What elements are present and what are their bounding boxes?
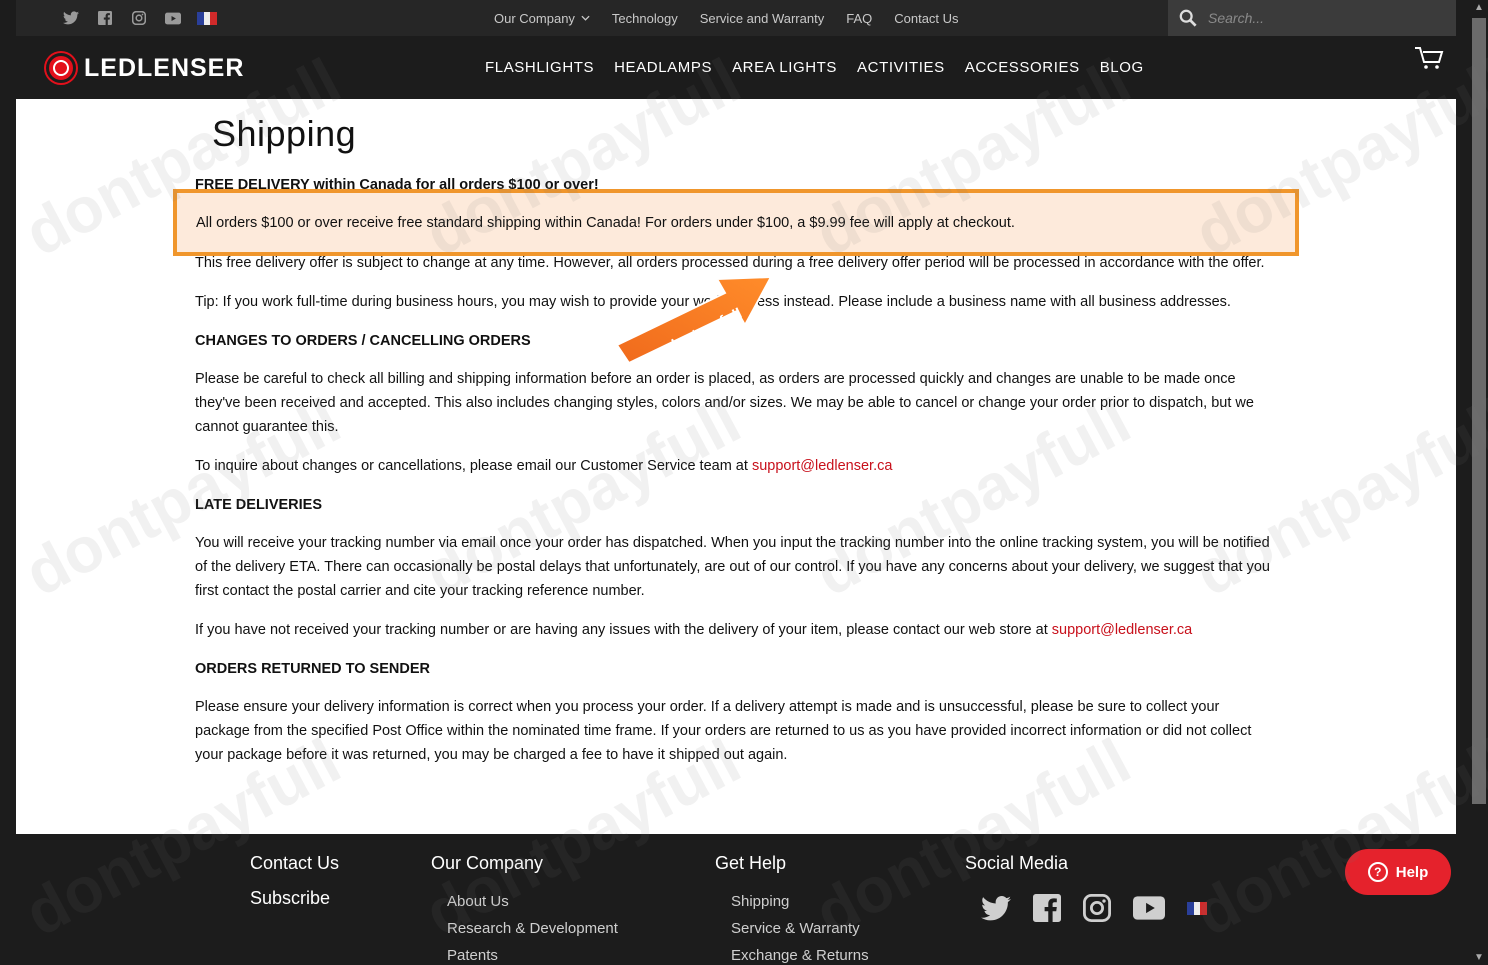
footer: Contact Us Subscribe Our Company About U… [16, 834, 1456, 965]
brand-logo[interactable]: LEDLENSER [46, 53, 244, 83]
inquire-text: To inquire about changes or cancellation… [195, 458, 752, 474]
scrollbar-thumb[interactable] [1472, 18, 1486, 804]
logo-mark [46, 53, 76, 83]
inquire-paragraph: To inquire about changes or cancellation… [195, 454, 1270, 478]
main-navigation: FLASHLIGHTS HEADLAMPS AREA LIGHTS ACTIVI… [485, 36, 1144, 99]
top-social-links [61, 9, 218, 27]
footer-link-exchange-returns[interactable]: Exchange & Returns [731, 942, 869, 965]
brand-name: LEDLENSER [84, 53, 245, 82]
support-email-link[interactable]: support@ledlenser.ca [1052, 622, 1192, 638]
cart-icon[interactable] [1414, 46, 1444, 70]
footer-contact-column: Contact Us Subscribe [250, 853, 339, 909]
scrollbar[interactable]: ▲ ▼ [1470, 0, 1488, 965]
top-utility-bar: Our Company Technology Service and Warra… [16, 0, 1456, 36]
french-flag-icon[interactable] [1187, 901, 1208, 915]
topnav-label: Our Company [494, 10, 575, 26]
footer-link-service-warranty[interactable]: Service & Warranty [731, 915, 869, 942]
chevron-down-icon [581, 15, 590, 21]
footer-help-column: Get Help Shipping Service & Warranty Exc… [715, 853, 869, 965]
nav-area-lights[interactable]: AREA LIGHTS [732, 59, 837, 76]
free-shipping-callout: All orders $100 or over receive free sta… [173, 189, 1299, 256]
topnav-service-warranty[interactable]: Service and Warranty [700, 11, 825, 26]
topnav-faq[interactable]: FAQ [846, 11, 872, 26]
facebook-icon[interactable] [95, 9, 115, 27]
main-header: LEDLENSER FLASHLIGHTS HEADLAMPS AREA LIG… [16, 36, 1456, 99]
top-navigation: Our Company Technology Service and Warra… [494, 0, 959, 36]
youtube-icon[interactable] [1133, 895, 1165, 921]
returned-text: Please ensure your delivery information … [195, 699, 1252, 763]
instagram-icon[interactable] [129, 9, 149, 27]
footer-link-patents[interactable]: Patents [447, 942, 618, 965]
footer-link-about-us[interactable]: About Us [447, 888, 618, 915]
help-button-label: Help [1395, 863, 1429, 881]
nav-activities[interactable]: ACTIVITIES [857, 59, 945, 76]
footer-contact-link[interactable]: Contact Us [250, 853, 339, 874]
footer-social-heading: Social Media [965, 853, 1069, 873]
facebook-icon[interactable] [1033, 894, 1061, 922]
dontpayfull-arrow-badge: dontpayfull [615, 275, 773, 365]
twitter-icon[interactable] [981, 895, 1011, 921]
search-box [1168, 0, 1456, 36]
footer-help-heading: Get Help [715, 853, 787, 873]
footer-link-research[interactable]: Research & Development [447, 915, 618, 942]
footer-company-list: About Us Research & Development Patents [447, 888, 618, 965]
nav-accessories[interactable]: ACCESSORIES [965, 59, 1080, 76]
question-icon: ? [1367, 862, 1388, 882]
shipping-article: FREE DELIVERY within Canada for all orde… [195, 173, 1270, 782]
footer-social-column: Social Media [965, 853, 1208, 922]
late-text: You will receive your tracking number vi… [195, 535, 1270, 599]
french-flag-icon[interactable] [197, 11, 218, 25]
footer-social-icons [981, 894, 1208, 922]
footer-subscribe-link[interactable]: Subscribe [250, 888, 339, 909]
scroll-down-arrow-icon[interactable]: ▼ [1474, 952, 1484, 963]
late-heading: LATE DELIVERIES [195, 497, 323, 513]
not-received-text: If you have not received your tracking n… [195, 622, 1052, 638]
nav-flashlights[interactable]: FLASHLIGHTS [485, 59, 594, 76]
callout-text: All orders $100 or over receive free sta… [196, 214, 1015, 231]
footer-company-column: Our Company About Us Research & Developm… [431, 853, 618, 965]
nav-blog[interactable]: BLOG [1100, 59, 1144, 76]
help-button[interactable]: ? Help [1345, 849, 1451, 895]
support-email-link[interactable]: support@ledlenser.ca [752, 458, 892, 474]
topnav-our-company[interactable]: Our Company [494, 11, 590, 26]
topnav-contact-us[interactable]: Contact Us [894, 11, 958, 26]
scroll-up-arrow-icon[interactable]: ▲ [1474, 2, 1484, 13]
footer-company-heading: Our Company [431, 853, 544, 873]
nav-headlamps[interactable]: HEADLAMPS [614, 59, 712, 76]
youtube-icon[interactable] [163, 9, 183, 27]
footer-link-shipping[interactable]: Shipping [731, 888, 869, 915]
instagram-icon[interactable] [1083, 894, 1111, 922]
search-icon[interactable] [1168, 9, 1208, 27]
twitter-icon[interactable] [61, 9, 81, 27]
footer-help-list: Shipping Service & Warranty Exchange & R… [731, 888, 869, 965]
not-received-paragraph: If you have not received your tracking n… [195, 618, 1270, 642]
returned-heading: ORDERS RETURNED TO SENDER [195, 661, 430, 677]
page-title: Shipping [212, 113, 357, 154]
changes-text: Please be careful to check all billing a… [195, 371, 1254, 435]
search-input[interactable] [1208, 10, 1428, 26]
main-content: Shipping FREE DELIVERY within Canada for… [16, 99, 1456, 834]
topnav-technology[interactable]: Technology [612, 11, 678, 26]
